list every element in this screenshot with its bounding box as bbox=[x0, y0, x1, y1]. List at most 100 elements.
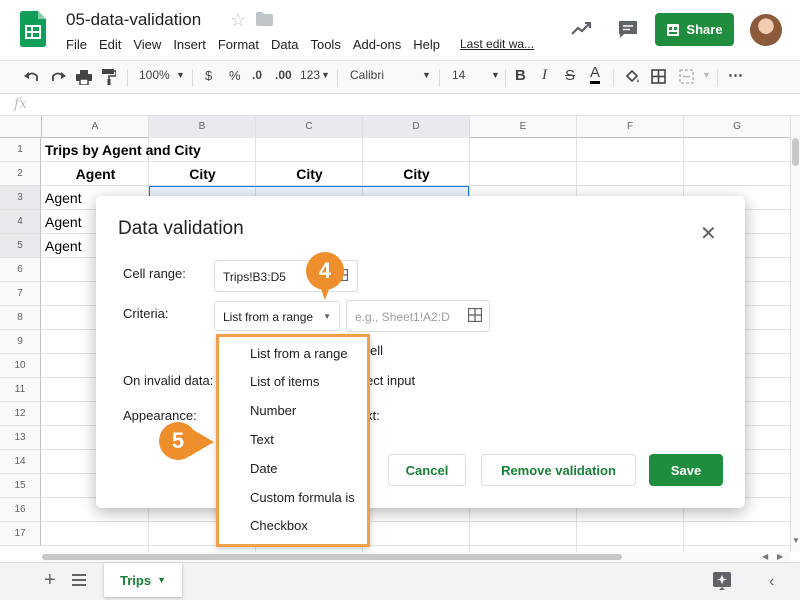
criteria-option-list-from-range[interactable]: List from a range bbox=[250, 346, 348, 361]
criteria-option-text[interactable]: Text bbox=[250, 432, 274, 447]
strikethrough-button[interactable]: S bbox=[565, 67, 575, 84]
cell-a1[interactable]: Trips by Agent and City bbox=[45, 138, 201, 162]
criteria-option-checkbox[interactable]: Checkbox bbox=[250, 518, 308, 533]
menu-edit[interactable]: Edit bbox=[99, 37, 121, 52]
column-header-a[interactable]: A bbox=[42, 116, 149, 138]
criteria-option-custom-formula[interactable]: Custom formula is bbox=[250, 490, 355, 505]
criteria-option-list-of-items[interactable]: List of items bbox=[250, 374, 319, 389]
criteria-option-date[interactable]: Date bbox=[250, 461, 277, 476]
text-color-button[interactable]: A bbox=[590, 65, 601, 84]
row-header[interactable]: 17 bbox=[0, 522, 41, 546]
explore-icon[interactable] bbox=[713, 572, 731, 590]
menu-data[interactable]: Data bbox=[271, 37, 298, 52]
row-header[interactable]: 1 bbox=[0, 138, 41, 162]
row-header[interactable]: 4 bbox=[0, 210, 41, 234]
fill-color-icon[interactable] bbox=[624, 69, 640, 85]
row-header[interactable]: 9 bbox=[0, 330, 41, 354]
criteria-option-number[interactable]: Number bbox=[250, 403, 296, 418]
chevron-down-icon[interactable]: ▼ bbox=[422, 70, 431, 80]
sheets-logo-icon[interactable] bbox=[20, 11, 46, 47]
row-header[interactable]: 13 bbox=[0, 426, 41, 450]
avatar[interactable] bbox=[750, 14, 782, 46]
row-header[interactable]: 14 bbox=[0, 450, 41, 474]
menu-file[interactable]: File bbox=[66, 37, 87, 52]
row-header[interactable]: 2 bbox=[0, 162, 41, 186]
close-icon[interactable]: ✕ bbox=[700, 221, 717, 246]
chevron-left-icon[interactable]: ‹ bbox=[769, 573, 774, 591]
scroll-right-arrow-icon[interactable]: ▶ bbox=[777, 552, 783, 561]
scroll-down-arrow-icon[interactable]: ▼ bbox=[792, 536, 800, 545]
font-select[interactable]: Calibri bbox=[350, 68, 384, 82]
remove-validation-button[interactable]: Remove validation bbox=[481, 454, 636, 486]
row-header[interactable]: 6 bbox=[0, 258, 41, 282]
chevron-down-icon[interactable]: ▼ bbox=[491, 70, 500, 80]
menu-view[interactable]: View bbox=[133, 37, 161, 52]
star-icon[interactable]: ☆ bbox=[230, 10, 246, 31]
currency-format-button[interactable]: $ bbox=[205, 68, 212, 83]
menu-format[interactable]: Format bbox=[218, 37, 259, 52]
select-all-corner[interactable] bbox=[0, 116, 42, 138]
increase-decimal-button[interactable]: .00 bbox=[275, 68, 292, 82]
menu-insert[interactable]: Insert bbox=[173, 37, 206, 52]
italic-button[interactable]: I bbox=[542, 67, 547, 84]
row-header[interactable]: 10 bbox=[0, 354, 41, 378]
menu-help[interactable]: Help bbox=[413, 37, 440, 52]
formula-bar[interactable]: fx bbox=[0, 94, 800, 116]
merge-cells-icon[interactable] bbox=[679, 69, 694, 84]
chevron-down-icon[interactable]: ▼ bbox=[702, 70, 711, 80]
row-header[interactable]: 3 bbox=[0, 186, 41, 210]
bold-button[interactable]: B bbox=[515, 67, 526, 84]
cell-d2[interactable]: City bbox=[363, 162, 470, 186]
column-header-d[interactable]: D bbox=[363, 116, 470, 138]
font-size-select[interactable]: 14 bbox=[452, 68, 465, 82]
column-header-c[interactable]: C bbox=[256, 116, 363, 138]
share-button[interactable]: Share bbox=[655, 13, 734, 46]
row-header[interactable]: 5 bbox=[0, 234, 41, 258]
cell-c2[interactable]: City bbox=[256, 162, 363, 186]
cell-a3[interactable]: Agent bbox=[45, 186, 82, 210]
cell-b2[interactable]: City bbox=[149, 162, 256, 186]
row-header[interactable]: 8 bbox=[0, 306, 41, 330]
column-header-b[interactable]: B bbox=[149, 116, 256, 138]
chevron-down-icon[interactable]: ▼ bbox=[157, 575, 166, 585]
column-header-g[interactable]: G bbox=[684, 116, 790, 138]
horizontal-scroll-thumb[interactable] bbox=[42, 554, 622, 560]
borders-icon[interactable] bbox=[651, 69, 666, 84]
row-header[interactable]: 15 bbox=[0, 474, 41, 498]
decrease-decimal-button[interactable]: .0 bbox=[252, 68, 262, 82]
more-options-button[interactable]: ⋯ bbox=[728, 66, 743, 84]
row-header[interactable]: 12 bbox=[0, 402, 41, 426]
grid-select-icon[interactable] bbox=[468, 308, 482, 322]
more-formats-button[interactable]: 123 bbox=[300, 68, 320, 82]
vertical-scroll-thumb[interactable] bbox=[792, 138, 799, 166]
cell-a2[interactable]: Agent bbox=[42, 162, 149, 186]
cell-a5[interactable]: Agent bbox=[45, 234, 82, 258]
last-edit-link[interactable]: Last edit wa... bbox=[460, 37, 534, 51]
cancel-button[interactable]: Cancel bbox=[388, 454, 466, 486]
horizontal-scrollbar[interactable]: ◀ ▶ bbox=[42, 552, 790, 562]
save-button[interactable]: Save bbox=[649, 454, 723, 486]
scroll-left-arrow-icon[interactable]: ◀ bbox=[762, 552, 768, 561]
add-sheet-button[interactable]: + bbox=[44, 569, 56, 592]
folder-icon[interactable] bbox=[256, 12, 273, 26]
row-header[interactable]: 7 bbox=[0, 282, 41, 306]
column-header-f[interactable]: F bbox=[577, 116, 684, 138]
chevron-down-icon[interactable]: ▼ bbox=[321, 70, 330, 80]
row-header[interactable]: 16 bbox=[0, 498, 41, 522]
paint-format-icon[interactable] bbox=[102, 69, 116, 85]
chevron-down-icon[interactable]: ▼ bbox=[176, 70, 185, 80]
redo-icon[interactable] bbox=[50, 70, 66, 84]
activity-trend-icon[interactable] bbox=[570, 18, 592, 40]
comment-icon[interactable] bbox=[617, 18, 639, 40]
all-sheets-menu-icon[interactable] bbox=[72, 573, 86, 587]
document-title[interactable]: 05-data-validation bbox=[66, 10, 201, 30]
menu-addons[interactable]: Add-ons bbox=[353, 37, 401, 52]
column-header-e[interactable]: E bbox=[470, 116, 577, 138]
undo-icon[interactable] bbox=[24, 70, 40, 84]
print-icon[interactable] bbox=[76, 70, 92, 85]
row-header[interactable]: 11 bbox=[0, 378, 41, 402]
sheet-tab-trips[interactable]: Trips ▼ bbox=[104, 563, 182, 597]
zoom-select[interactable]: 100% bbox=[139, 68, 170, 82]
cell-a4[interactable]: Agent bbox=[45, 210, 82, 234]
menu-tools[interactable]: Tools bbox=[310, 37, 340, 52]
